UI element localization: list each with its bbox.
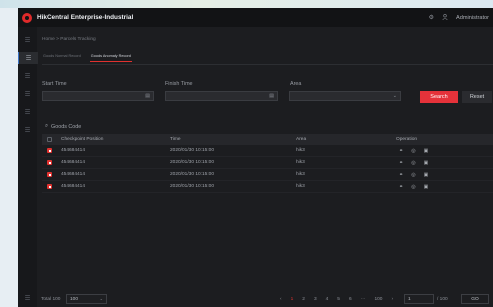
column-header-operation: Operation <box>396 137 418 142</box>
page-ellipsis[interactable]: ··· <box>361 297 366 302</box>
table-header: Checkpoint Position Time Area Operation <box>42 134 493 145</box>
record-time: 2020/01/30 10:15:00 <box>170 172 215 177</box>
tab-goods-anomaly-record[interactable]: Goods Anomaly Record <box>89 54 132 62</box>
gear-icon[interactable]: ⚙ <box>429 14 434 21</box>
page-4[interactable]: 4 <box>326 297 329 302</box>
area-label: Area <box>290 81 302 87</box>
record-time: 2020/01/30 10:15:00 <box>170 148 215 153</box>
records-table: Checkpoint Position Time Area Operation … <box>42 134 493 193</box>
column-header-time: Time <box>170 137 181 142</box>
tab-goods-normal-record[interactable]: Goods Normal Record <box>42 54 82 62</box>
record-tabs: Goods Normal Record Goods Anomaly Record <box>42 54 132 62</box>
row-checkbox[interactable] <box>47 148 52 153</box>
target-icon[interactable]: ◎ <box>411 160 415 166</box>
record-area: hik3 <box>296 184 305 189</box>
row-checkbox[interactable] <box>47 184 52 189</box>
column-header-position: Checkpoint Position <box>61 137 104 142</box>
record-area: hik3 <box>296 160 305 165</box>
area-select[interactable]: ⌄ <box>289 91 401 101</box>
sidebar-item-list-icon[interactable]: ☰ <box>18 70 37 82</box>
operation-icons: ⚭ ◎ ▣ <box>399 160 428 166</box>
sidebar-item-list-icon[interactable]: ☰ <box>18 124 37 136</box>
breadcrumb: Home > Parcels Tracking <box>42 37 96 42</box>
column-header-area: Area <box>296 137 307 142</box>
page-size-select[interactable]: 100 ⌄ <box>66 294 107 304</box>
operation-icons: ⚭ ◎ ▣ <box>399 172 428 178</box>
record-time: 2020/01/30 10:15:00 <box>170 184 215 189</box>
jump-page-input[interactable]: 1 <box>404 294 434 304</box>
tab-divider <box>42 64 493 65</box>
sidebar: ☰ ☰ ☰ ☰ ☰ ☰ ☰ <box>18 27 38 307</box>
chevron-down-icon: ⌄ <box>99 296 103 301</box>
record-time: 2020/01/30 10:15:00 <box>170 160 215 165</box>
sidebar-item-list-icon[interactable]: ☰ <box>18 88 37 100</box>
page-100[interactable]: 100 <box>374 297 382 302</box>
row-checkbox[interactable] <box>47 172 52 177</box>
table-row[interactable]: 454684414 2020/01/30 10:15:00 hik3 ⚭ ◎ ▣ <box>42 169 493 181</box>
top-bar: HikCentral Enterprise-Industrial ⚙ Admin… <box>18 8 493 27</box>
table-row[interactable]: 454684414 2020/01/30 10:15:00 hik3 ⚭ ◎ ▣ <box>42 157 493 169</box>
total-pages: / 100 <box>437 297 448 302</box>
link-icon[interactable]: ⚭ <box>399 184 403 190</box>
target-icon[interactable]: ◎ <box>411 148 415 154</box>
pagination-bar: Total 100 100 ⌄ ‹ 1 2 3 4 5 6 ··· 100 › … <box>37 293 493 307</box>
calendar-icon[interactable]: ▤ <box>145 93 150 99</box>
app-title: HikCentral Enterprise-Industrial <box>37 14 134 21</box>
goods-code-label: Goods Code <box>51 123 82 130</box>
app-window: HikCentral Enterprise-Industrial ⚙ Admin… <box>18 8 493 307</box>
username-label[interactable]: Administrator <box>456 15 489 21</box>
checkpoint-position: 454684414 <box>61 160 86 165</box>
link-icon[interactable]: ⚭ <box>399 148 403 154</box>
image-icon[interactable]: ▣ <box>424 184 429 190</box>
goods-code-link[interactable]: ⌕ Goods Code <box>45 123 81 130</box>
page-5[interactable]: 5 <box>337 297 340 302</box>
checkpoint-position: 454684414 <box>61 148 86 153</box>
next-page-icon[interactable]: › <box>391 297 393 302</box>
page-3[interactable]: 3 <box>314 297 317 302</box>
target-icon[interactable]: ◎ <box>411 184 415 190</box>
row-checkbox[interactable] <box>47 160 52 165</box>
operation-icons: ⚭ ◎ ▣ <box>399 148 428 154</box>
hikcentral-logo-icon <box>22 12 32 23</box>
record-area: hik3 <box>296 172 305 177</box>
menu-icon[interactable]: ☰ <box>18 34 37 46</box>
sidebar-item-list-icon[interactable]: ☰ <box>18 106 37 118</box>
link-icon[interactable]: ⚭ <box>399 160 403 166</box>
go-button[interactable]: GO <box>461 294 489 304</box>
finish-time-label: Finish Time <box>165 81 193 87</box>
page-size-value: 100 <box>70 296 79 302</box>
total-count: Total 100 <box>41 297 61 302</box>
operation-icons: ⚭ ◎ ▣ <box>399 184 428 190</box>
checkpoint-position: 454684414 <box>61 184 86 189</box>
finish-time-input[interactable]: ▤ <box>165 91 278 101</box>
page-6[interactable]: 6 <box>349 297 352 302</box>
start-time-input[interactable]: ▤ <box>42 91 154 101</box>
top-right-tools: ⚙ Administrator <box>429 8 489 27</box>
collapse-menu-icon[interactable]: ☰ <box>18 292 37 304</box>
select-all-checkbox[interactable] <box>47 137 52 142</box>
main-content: Home > Parcels Tracking Goods Normal Rec… <box>37 27 493 307</box>
page-numbers: ‹ 1 2 3 4 5 6 ··· 100 › <box>280 297 393 302</box>
image-icon[interactable]: ▣ <box>424 160 429 166</box>
reset-button[interactable]: Reset <box>462 91 492 103</box>
search-button[interactable]: Search <box>420 91 458 103</box>
target-icon[interactable]: ◎ <box>411 172 415 178</box>
table-row[interactable]: 454684414 2020/01/30 10:15:00 hik3 ⚭ ◎ ▣ <box>42 181 493 193</box>
checkpoint-position: 454684414 <box>61 172 86 177</box>
page-1[interactable]: 1 <box>291 297 294 302</box>
sidebar-item-parcels-tracking[interactable]: ☰ <box>18 52 38 64</box>
image-icon[interactable]: ▣ <box>424 148 429 154</box>
desktop-background <box>0 0 493 8</box>
prev-page-icon[interactable]: ‹ <box>280 297 282 302</box>
chevron-down-icon: ⌄ <box>392 93 397 99</box>
image-icon[interactable]: ▣ <box>424 172 429 178</box>
start-time-label: Start Time <box>42 81 67 87</box>
page-2[interactable]: 2 <box>302 297 305 302</box>
table-row[interactable]: 454684414 2020/01/30 10:15:00 hik3 ⚭ ◎ ▣ <box>42 145 493 157</box>
record-area: hik3 <box>296 148 305 153</box>
user-icon[interactable] <box>442 13 448 22</box>
calendar-icon[interactable]: ▤ <box>269 93 274 99</box>
link-icon[interactable]: ⚭ <box>399 172 403 178</box>
link-icon: ⌕ <box>45 123 49 129</box>
